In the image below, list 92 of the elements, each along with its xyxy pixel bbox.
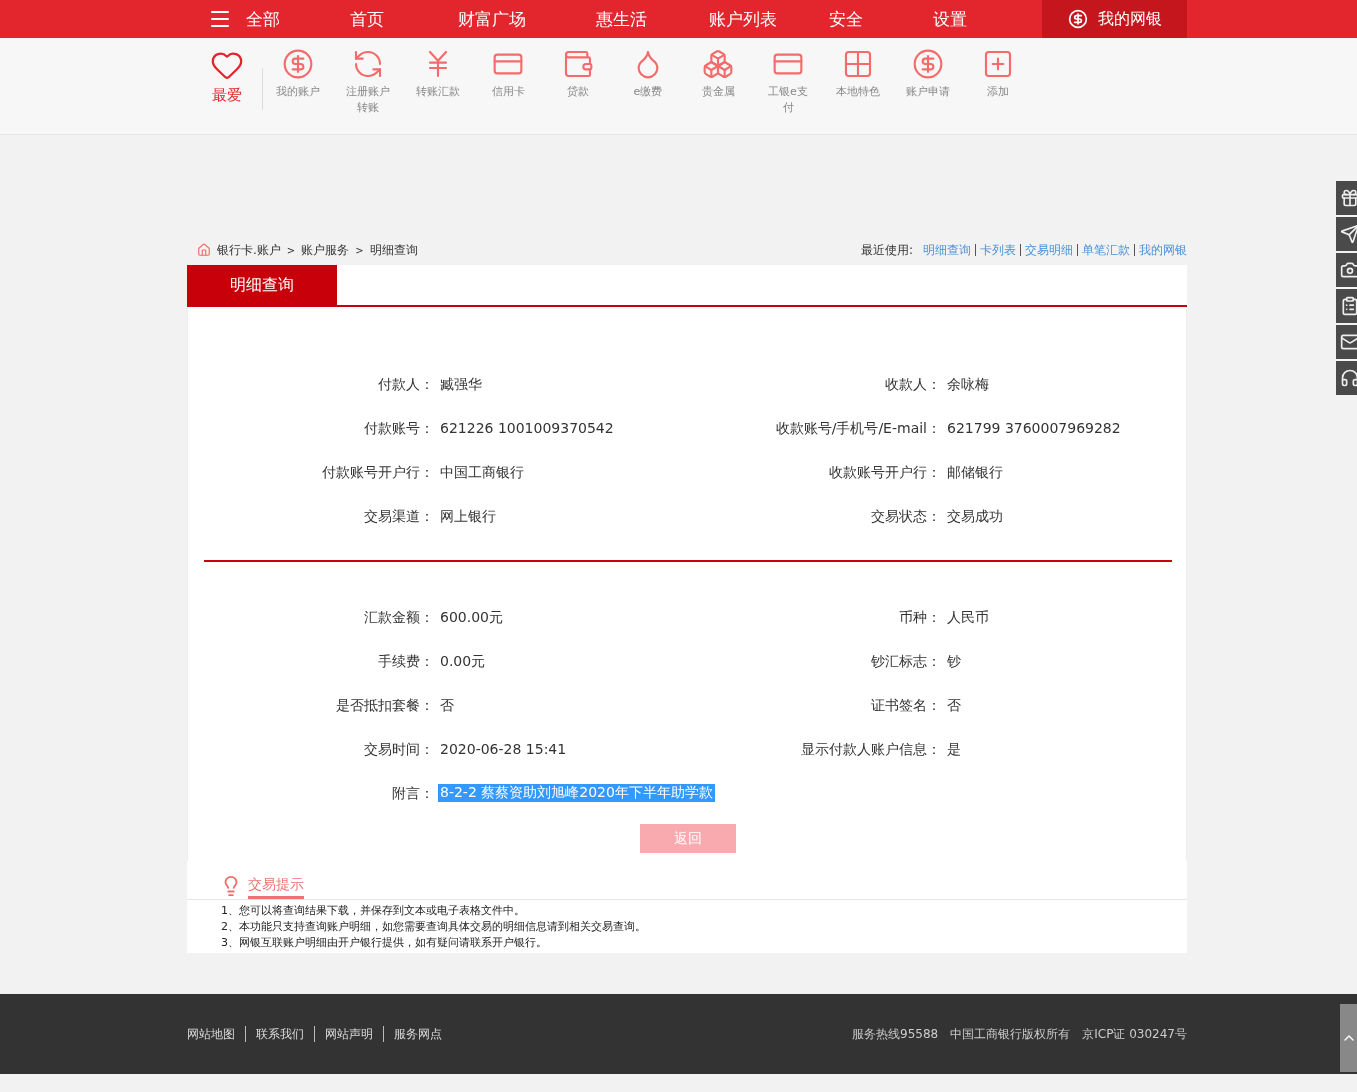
nav-link[interactable]: 惠生活 [596,7,647,31]
field-label: 是否抵扣套餐： [335,696,434,715]
field-label: 交易状态： [870,507,941,526]
quick-menu-item[interactable]: 信用卡 [473,48,543,134]
plus-square-icon [982,48,1014,80]
field-label: 付款账号开户行： [321,463,434,482]
field-value: 交易成功 [946,507,1004,526]
field-value: 621799 3760007969282 [946,419,1122,438]
quick-menu-item[interactable]: 我的账户 [263,48,333,134]
footer-text: 京ICP证 030247号 [1082,1025,1187,1043]
side-button[interactable] [1336,217,1357,251]
field-label: 手续费： [377,652,434,671]
field-label: 币种： [898,608,941,627]
field-value: 邮储银行 [946,463,1004,482]
recent-label: 最近使用: [860,241,913,259]
field-label: 汇款金额： [363,608,434,627]
nav-link[interactable]: 账户列表 [709,7,777,31]
side-button[interactable] [1336,181,1357,215]
field-value: 否 [439,696,455,715]
breadcrumb-separator: > [355,244,364,256]
nav-link[interactable]: 安全 [829,7,863,31]
field-value: 2020-06-28 15:41 [439,740,568,759]
quick-menu-item[interactable]: e缴费 [613,48,683,134]
footer-text: 中国工商银行版权所有 [950,1025,1071,1043]
field-value: 0.00元 [439,652,487,671]
favorite-button[interactable]: 最爱 [192,48,262,134]
field-value: 余咏梅 [946,375,990,394]
field-label: 证书签名： [870,696,941,715]
quick-menu-item[interactable]: 注册账户转账 [333,48,403,134]
footer-text: 服务热线95588 [852,1025,939,1043]
side-button[interactable] [1336,289,1357,323]
field-value: 钞 [946,652,962,671]
field-value: 否 [946,696,962,715]
quick-menu-item[interactable]: 贷款 [543,48,613,134]
footer-link[interactable]: 网站地图 [187,1025,235,1043]
breadcrumb-separator: > [286,244,296,256]
field-label: 附言： [391,784,434,803]
field-label: 收款账号/手机号/E-mail： [774,419,941,438]
quick-menu-item[interactable]: 转账汇款 [403,48,473,134]
footer-link[interactable]: 联系我们 [256,1025,304,1043]
camera-icon [1340,260,1357,280]
side-button[interactable] [1336,361,1357,395]
field-value: 600.00元 [439,608,504,627]
field-label: 钞汇标志： [870,652,941,671]
breadcrumb-item[interactable]: 银行卡.账户 [217,241,281,259]
stacked-boxes-icon [702,48,734,80]
field-label: 交易渠道： [363,507,434,526]
tip-text: 2、本功能只支持查询账户明细，如您需要查询具体交易的明细信息请到相关交易查询。 [221,919,647,935]
field-label: 付款账号： [363,419,434,438]
field-label: 收款账号开户行： [828,463,941,482]
field-label: 交易时间： [363,740,434,759]
my-bank-button[interactable]: 我的网银 [1042,0,1187,38]
field-value: 中国工商银行 [439,463,525,482]
paper-plane-icon [1340,224,1357,244]
field-value: 621226 1001009370542 [439,419,615,438]
recent-link[interactable]: 卡列表 [980,241,1016,259]
field-value: 网上银行 [439,507,497,526]
nav-all[interactable]: 全部 [246,7,280,31]
tab[interactable]: 明细查询 [187,265,337,305]
quick-menu-item[interactable]: 工银e支付 [753,48,823,134]
quick-menu-item[interactable]: 本地特色 [823,48,893,134]
footer-link[interactable]: 网站声明 [325,1025,373,1043]
tips-title: 交易提示 [248,876,304,899]
field-label: 收款人： [884,375,941,394]
field-value: 是 [946,740,962,759]
breadcrumb-item[interactable]: 账户服务 [301,241,350,259]
quick-menu-item[interactable]: 贵金属 [683,48,753,134]
refresh-icon [352,48,384,80]
recent-link[interactable]: 明细查询 [923,241,971,259]
field-value: 8-2-2 蔡蔡资助刘旭峰2020年下半年助学款 [438,784,715,802]
tip-text: 3、网银互联账户明细由开户银行提供，如有疑问请联系开户银行。 [221,935,548,951]
nav-link[interactable]: 财富广场 [458,7,526,31]
quick-menu-item[interactable]: 账户申请 [893,48,963,134]
side-button[interactable] [1336,325,1357,359]
recent-link[interactable]: 交易明细 [1025,241,1073,259]
mail-icon [1340,332,1357,352]
recent-link[interactable]: 单笔汇款 [1082,241,1130,259]
nav-link[interactable]: 设置 [933,7,967,31]
breadcrumb-item: 明细查询 [369,241,418,259]
nav-link[interactable]: 首页 [350,7,384,31]
gift-icon [1340,188,1357,208]
footer-link[interactable]: 服务网点 [394,1025,442,1043]
headset-icon [1340,368,1357,388]
recent-link[interactable]: 我的网银 [1139,241,1187,259]
field-value: 臧强华 [439,375,483,394]
field-label: 付款人： [377,375,434,394]
tip-text: 1、您可以将查询结果下载，并保存到文本或电子表格文件中。 [221,903,526,919]
side-button[interactable] [1336,253,1357,287]
quick-menu-item[interactable]: 添加 [963,48,1033,134]
clipboard-icon [1340,296,1357,316]
field-label: 显示付款人账户信息： [800,740,941,759]
field-value: 人民币 [946,608,990,627]
